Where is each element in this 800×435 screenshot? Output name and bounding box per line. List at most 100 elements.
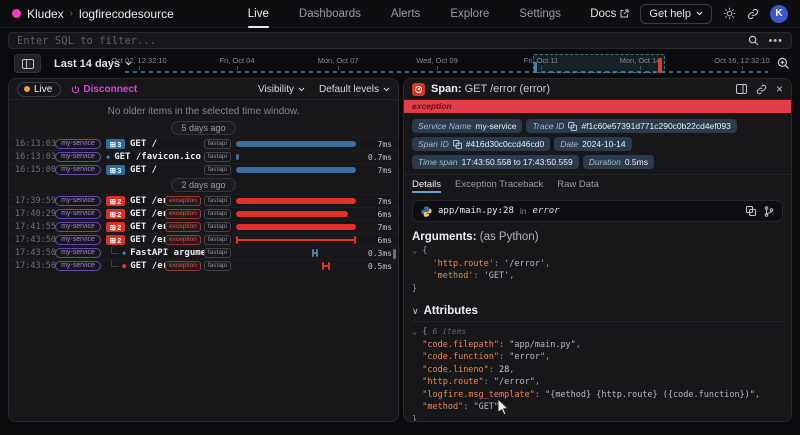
- tag-fastapi[interactable]: fastapi: [204, 165, 231, 175]
- dock-right-icon: [736, 84, 747, 94]
- time-divider-pill: 2 days ago: [171, 178, 235, 192]
- trace-row[interactable]: 17:43:50my-service●GET /error (error)exc…: [9, 259, 398, 272]
- span-count: 2: [117, 236, 121, 245]
- span-count-badge[interactable]: ⊞3: [106, 165, 125, 175]
- span-count-badge[interactable]: ⊞2: [106, 222, 125, 232]
- service-tag[interactable]: my-service: [55, 248, 101, 258]
- copy-icon[interactable]: [453, 140, 462, 149]
- timeline-chart[interactable]: Oct 02, 12:32:10Fri, Oct 04Mon, Oct 07We…: [115, 52, 770, 78]
- breadcrumb: Kludex › logfirecodesource: [12, 7, 174, 21]
- chip-label: Date: [560, 139, 578, 149]
- tag-fastapi[interactable]: fastapi: [204, 196, 231, 206]
- timeline-event-bar: [534, 62, 537, 73]
- span-count-badge[interactable]: ⊞2: [106, 235, 125, 245]
- code-value: 'GET': [484, 271, 510, 281]
- search-button[interactable]: [748, 35, 759, 46]
- trace-row[interactable]: 16:13:03my-service⊞3GET /fastapi7ms: [9, 137, 398, 150]
- time-range-label: Last 14 days: [54, 58, 120, 70]
- detail-tab-raw-data[interactable]: Raw Data: [557, 175, 599, 193]
- detail-tab-exception-traceback[interactable]: Exception Traceback: [455, 175, 543, 193]
- trace-row[interactable]: 16:15:00my-service⊞3GET /fastapi7ms: [9, 163, 398, 176]
- collapse-icon[interactable]: ⌄: [412, 246, 422, 256]
- tag-fastapi[interactable]: fastapi: [204, 152, 231, 162]
- project-name[interactable]: logfirecodesource: [79, 7, 174, 21]
- tag-fastapi[interactable]: fastapi: [204, 261, 231, 271]
- get-help-button[interactable]: Get help: [640, 4, 712, 24]
- trace-row[interactable]: 17:40:29my-service⊞2GET /errorexceptionf…: [9, 207, 398, 220]
- chip-value: 2024-10-14: [582, 139, 625, 149]
- copy-icon[interactable]: [568, 122, 577, 131]
- detail-tab-details[interactable]: Details: [412, 175, 441, 193]
- trace-row[interactable]: 17:43:50my-service⊞2GET /errorexceptionf…: [9, 233, 398, 246]
- copy-link-button[interactable]: [756, 84, 767, 95]
- tab-dashboards[interactable]: Dashboards: [299, 0, 361, 28]
- tag-fastapi[interactable]: fastapi: [204, 222, 231, 232]
- timeline-selection[interactable]: [533, 54, 665, 73]
- service-tag[interactable]: my-service: [55, 209, 101, 219]
- service-tag[interactable]: my-service: [55, 261, 101, 271]
- tag-fastapi[interactable]: fastapi: [204, 235, 231, 245]
- tag-fastapi[interactable]: fastapi: [204, 209, 231, 219]
- service-tag[interactable]: my-service: [55, 222, 101, 232]
- code-context-bar[interactable]: app/main.py:28 in error: [412, 200, 783, 222]
- service-tag[interactable]: my-service: [55, 165, 101, 175]
- span-count-badge[interactable]: ⊞2: [106, 209, 125, 219]
- tag-fastapi[interactable]: fastapi: [204, 248, 231, 258]
- search-icon: [748, 35, 759, 46]
- span-count-badge[interactable]: ⊞2: [106, 196, 125, 206]
- tab-explore[interactable]: Explore: [450, 0, 489, 28]
- close-button[interactable]: ×: [776, 84, 783, 94]
- tag-exception[interactable]: exception: [165, 235, 201, 245]
- row-tags: exceptionfastapi: [165, 209, 231, 219]
- attributes-heading[interactable]: ∨ Attributes: [412, 305, 783, 322]
- service-tag[interactable]: my-service: [55, 152, 101, 162]
- disconnect-button[interactable]: Disconnect: [71, 84, 137, 95]
- open-source-button[interactable]: [764, 206, 774, 217]
- duration-bar-zone: [236, 197, 356, 205]
- timeline-tick: [237, 66, 238, 70]
- tag-exception[interactable]: exception: [165, 209, 201, 219]
- service-tag[interactable]: my-service: [55, 196, 101, 206]
- exception-banner: exception: [404, 100, 791, 113]
- dock-panel-button[interactable]: [736, 84, 747, 94]
- collapse-icon[interactable]: ⌄: [412, 327, 422, 337]
- avatar[interactable]: K: [770, 5, 788, 23]
- timeline-tick: [437, 66, 438, 70]
- share-link-button[interactable]: [747, 8, 759, 20]
- live-status-dot: [24, 86, 30, 92]
- scrollbar-thumb[interactable]: [393, 249, 396, 259]
- tab-settings[interactable]: Settings: [519, 0, 561, 28]
- span-message: FastAPI arguments: [130, 248, 204, 258]
- tab-alerts[interactable]: Alerts: [391, 0, 420, 28]
- copy-code-button[interactable]: [746, 206, 756, 217]
- chip-value: 0.5ms: [625, 157, 648, 167]
- service-tag[interactable]: my-service: [55, 235, 101, 245]
- tag-exception[interactable]: exception: [165, 261, 201, 271]
- timeline-tick: [139, 66, 140, 70]
- trace-row[interactable]: 16:13:03my-service◆GET /favicon.icofasta…: [9, 150, 398, 163]
- visibility-dropdown[interactable]: Visibility: [258, 84, 305, 95]
- code-line: 'http.route': '/error',: [412, 258, 783, 271]
- live-toggle-button[interactable]: Live: [17, 82, 61, 97]
- zoom-in-button[interactable]: [777, 57, 790, 75]
- tag-exception[interactable]: exception: [165, 222, 201, 232]
- trace-row[interactable]: 17:43:50my-service◆FastAPI argumentsfast…: [9, 246, 398, 259]
- sidebar-toggle-button[interactable]: [14, 54, 41, 73]
- tag-exception[interactable]: exception: [165, 196, 201, 206]
- sql-filter-input[interactable]: [17, 35, 739, 47]
- tag-fastapi[interactable]: fastapi: [204, 139, 231, 149]
- timeline-tick-label: Oct 16, 12:32:10: [714, 56, 769, 65]
- tab-live[interactable]: Live: [248, 0, 269, 28]
- duration-bar-zone: [236, 210, 356, 218]
- service-tag[interactable]: my-service: [55, 139, 101, 149]
- span-count-badge[interactable]: ⊞3: [106, 139, 125, 149]
- theme-toggle-button[interactable]: [723, 7, 736, 20]
- code-line: "http.route": "/error",: [412, 376, 783, 389]
- default-levels-dropdown[interactable]: Default levels: [319, 84, 390, 95]
- code-key: "http.route": [422, 377, 483, 387]
- trace-row[interactable]: 17:39:59my-service⊞2GET /errorexceptionf…: [9, 194, 398, 207]
- trace-row[interactable]: 17:41:55my-service⊞2GET /errorexceptionf…: [9, 220, 398, 233]
- more-options-button[interactable]: •••: [768, 38, 783, 44]
- docs-link[interactable]: Docs: [590, 8, 629, 20]
- org-name[interactable]: Kludex: [27, 7, 64, 21]
